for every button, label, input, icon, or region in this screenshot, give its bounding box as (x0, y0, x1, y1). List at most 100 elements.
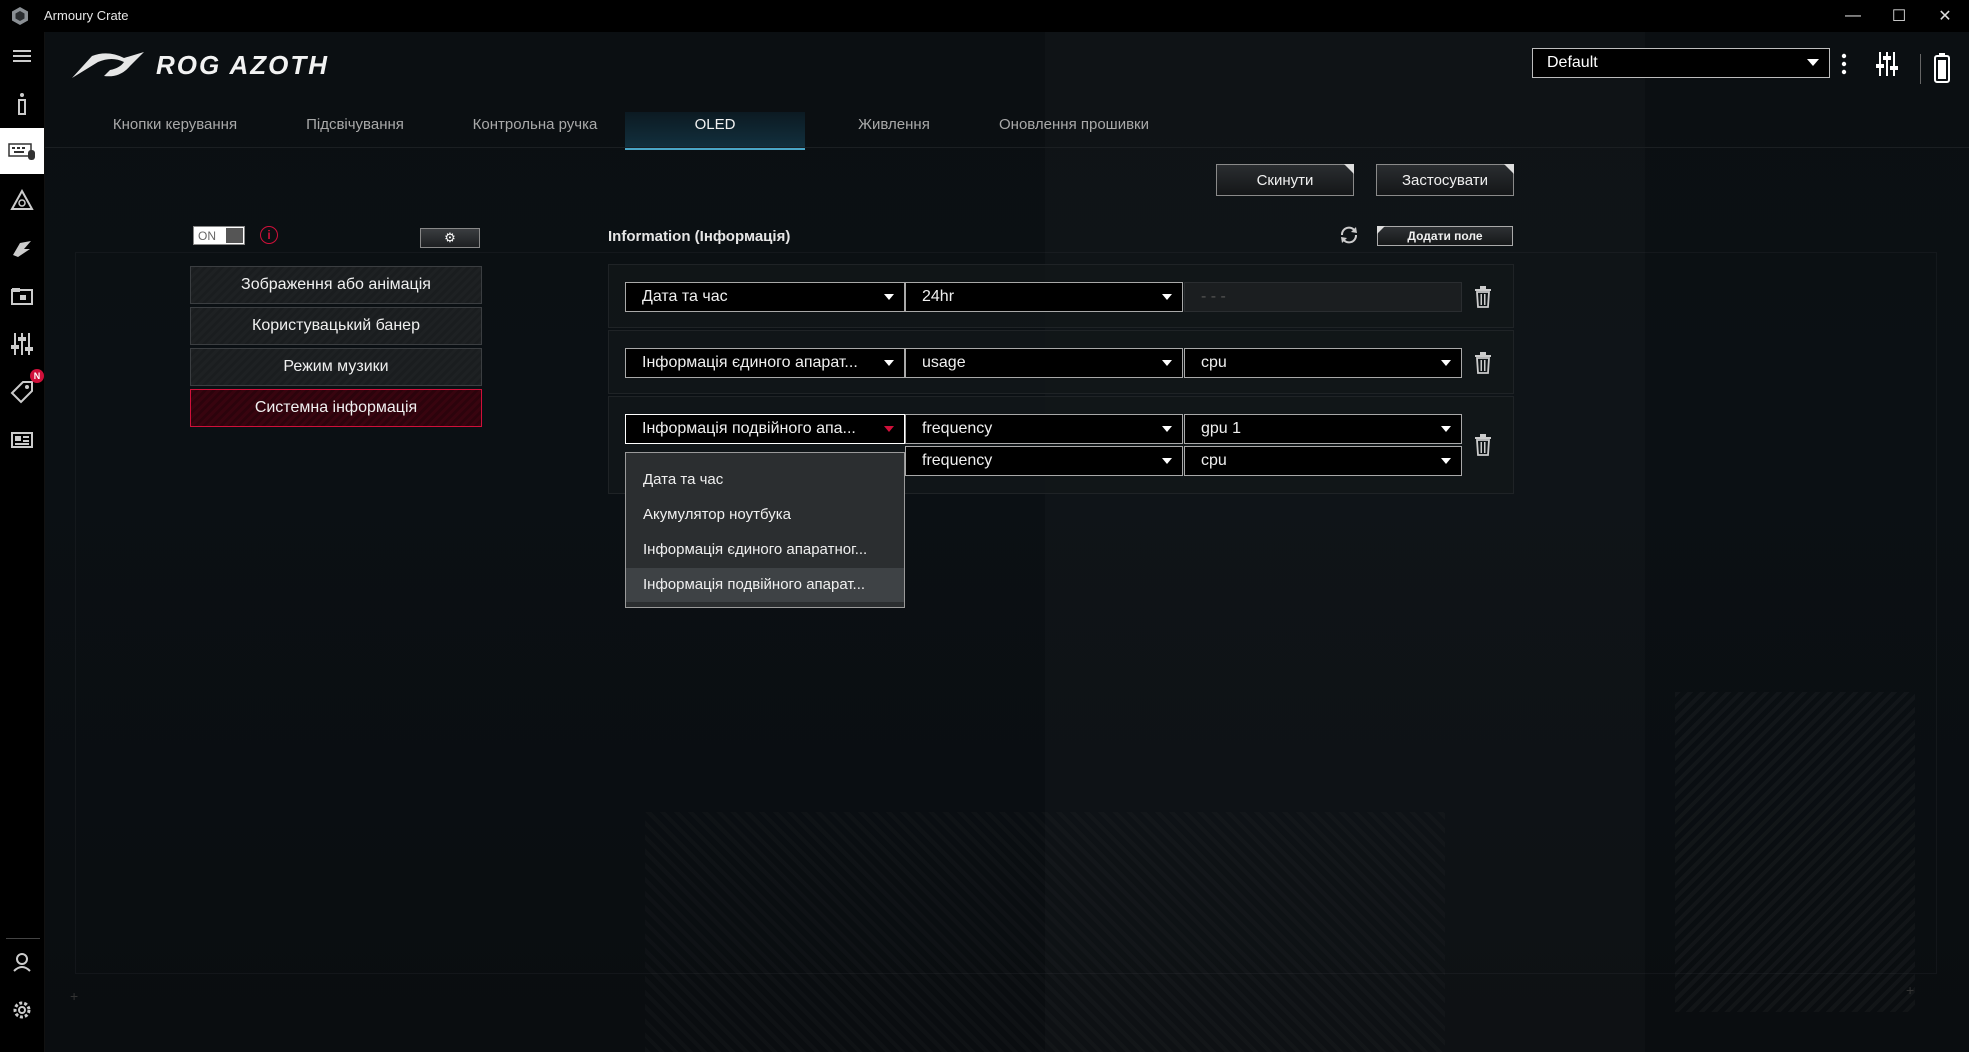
sidebar-item-home[interactable] (8, 90, 36, 118)
refresh-icon[interactable] (1338, 224, 1360, 246)
row3-device1-select[interactable]: gpu 1 (1184, 414, 1462, 444)
maximize-button[interactable]: ☐ (1876, 0, 1922, 32)
trash-icon[interactable] (1474, 286, 1492, 308)
chevron-down-icon (1162, 458, 1172, 464)
sidebar-item-settings-tuning[interactable] (8, 330, 36, 358)
row3-type-value: Інформація подвійного апа... (642, 420, 856, 437)
dropdown-option-datetime[interactable]: Дата та час (626, 463, 904, 497)
title-bar (0, 0, 1969, 32)
sliders-icon (11, 333, 33, 355)
news-icon (11, 432, 33, 448)
apply-label: Застосувати (1401, 171, 1488, 189)
keyboard-icon (8, 143, 35, 160)
tab-lighting[interactable]: Підсвічування (292, 112, 418, 148)
apply-button[interactable]: Застосувати (1376, 164, 1514, 196)
toggle-knob (226, 228, 243, 243)
corner-marker: + (1906, 982, 1915, 998)
aura-sync-icon (10, 189, 34, 210)
minimize-button[interactable]: — (1830, 0, 1876, 32)
sidebar-item-deals[interactable] (8, 378, 36, 406)
gamevisual-icon (13, 241, 31, 257)
chevron-down-icon (1441, 458, 1451, 464)
row2-device-value: cpu (1201, 354, 1227, 371)
trash-icon[interactable] (1474, 352, 1492, 374)
chevron-down-icon (1162, 294, 1172, 300)
row2-metric-value: usage (922, 354, 966, 371)
row3-metric2-select[interactable]: frequency (905, 446, 1183, 476)
row2-device-select[interactable]: cpu (1184, 348, 1462, 378)
info-panel-title: Information (Інформація) (608, 228, 791, 245)
tab-oled[interactable]: OLED (625, 112, 805, 150)
row2-metric-select[interactable]: usage (905, 348, 1183, 378)
chevron-down-icon (1162, 360, 1172, 366)
sidebar-item-library[interactable] (8, 282, 36, 310)
notification-badge: N (30, 369, 44, 383)
hamburger-icon (13, 50, 31, 62)
row3-type-select[interactable]: Інформація подвійного апа... (625, 414, 905, 444)
device-battery-icon[interactable] (1932, 52, 1952, 86)
profile-select[interactable]: Default (1532, 48, 1830, 78)
chevron-down-icon (1441, 426, 1451, 432)
row3-device2-value: cpu (1201, 452, 1227, 469)
row1-format-select[interactable]: 24hr (905, 282, 1183, 312)
tab-control-knob[interactable]: Контрольна ручка (460, 112, 610, 148)
more-options-icon[interactable] (1840, 52, 1848, 76)
sidebar-item-news[interactable] (8, 426, 36, 454)
window-title: Armoury Crate (44, 8, 129, 23)
gear-icon: ⚙ (444, 230, 456, 245)
row3-metric1-select[interactable]: frequency (905, 414, 1183, 444)
sidebar-item-user[interactable] (8, 948, 36, 976)
chevron-down-icon (1807, 59, 1819, 66)
add-field-label: Додати поле (1407, 229, 1483, 243)
user-icon (13, 953, 31, 972)
row3-device2-select[interactable]: cpu (1184, 446, 1462, 476)
minimize-icon: — (1845, 7, 1861, 24)
left-sidebar (0, 32, 45, 1052)
dropdown-option-laptop-battery[interactable]: Акумулятор ноутбука (626, 498, 904, 532)
oled-settings-button[interactable]: ⚙ (420, 228, 480, 248)
info-device-icon (18, 93, 26, 115)
row2-type-value: Інформація єдиного апарат... (642, 354, 858, 371)
mode-system-info[interactable]: Системна інформація (190, 389, 482, 427)
dropdown-option-single-hardware[interactable]: Інформація єдиного апаратног... (626, 533, 904, 567)
sidebar-item-devices[interactable] (8, 137, 36, 165)
tab-firmware-update[interactable]: Оновлення прошивки (986, 112, 1162, 148)
mode-image-animation[interactable]: Зображення або анімація (190, 266, 482, 304)
reset-button[interactable]: Скинути (1216, 164, 1354, 196)
row1-type-value: Дата та час (642, 288, 728, 305)
tuning-sliders-icon[interactable] (1876, 50, 1898, 78)
sidebar-item-gamevisual[interactable] (8, 234, 36, 262)
armoury-crate-app-icon (12, 7, 28, 25)
trash-icon[interactable] (1474, 434, 1492, 456)
row3-metric1-value: frequency (922, 420, 993, 437)
close-icon: ✕ (1938, 8, 1952, 25)
toggle-label: ON (198, 229, 216, 243)
row1-format-value: 24hr (922, 288, 955, 305)
rog-logo (72, 52, 144, 78)
type-dropdown-menu: Дата та час Акумулятор ноутбука Інформац… (625, 452, 905, 608)
add-field-button[interactable]: Додати поле (1377, 226, 1513, 246)
row1-type-select[interactable]: Дата та час (625, 282, 905, 312)
main-area (45, 32, 1969, 1052)
info-icon[interactable]: i (260, 226, 278, 244)
chevron-down-icon (884, 360, 894, 366)
tab-buttons[interactable]: Кнопки керування (100, 112, 250, 148)
mode-custom-banner[interactable]: Користувацький банер (190, 307, 482, 345)
chevron-down-icon (1162, 426, 1172, 432)
sidebar-item-aura[interactable] (8, 186, 36, 214)
tab-power[interactable]: Живлення (846, 112, 942, 148)
gear-icon (13, 1001, 31, 1019)
sidebar-divider (6, 938, 40, 939)
close-button[interactable]: ✕ (1922, 0, 1968, 32)
dropdown-option-dual-hardware[interactable]: Інформація подвійного апарат... (626, 568, 904, 602)
product-name: ROG AZOTH (156, 50, 330, 80)
menu-button[interactable] (8, 42, 36, 70)
tab-underline (45, 147, 1969, 148)
corner-marker: + (70, 988, 79, 1004)
row1-target-value: - - - (1201, 288, 1226, 305)
sidebar-item-settings[interactable] (8, 996, 36, 1024)
row2-type-select[interactable]: Інформація єдиного апарат... (625, 348, 905, 378)
header-divider (1920, 54, 1921, 84)
mode-music[interactable]: Режим музики (190, 348, 482, 386)
chevron-down-icon (884, 294, 894, 300)
